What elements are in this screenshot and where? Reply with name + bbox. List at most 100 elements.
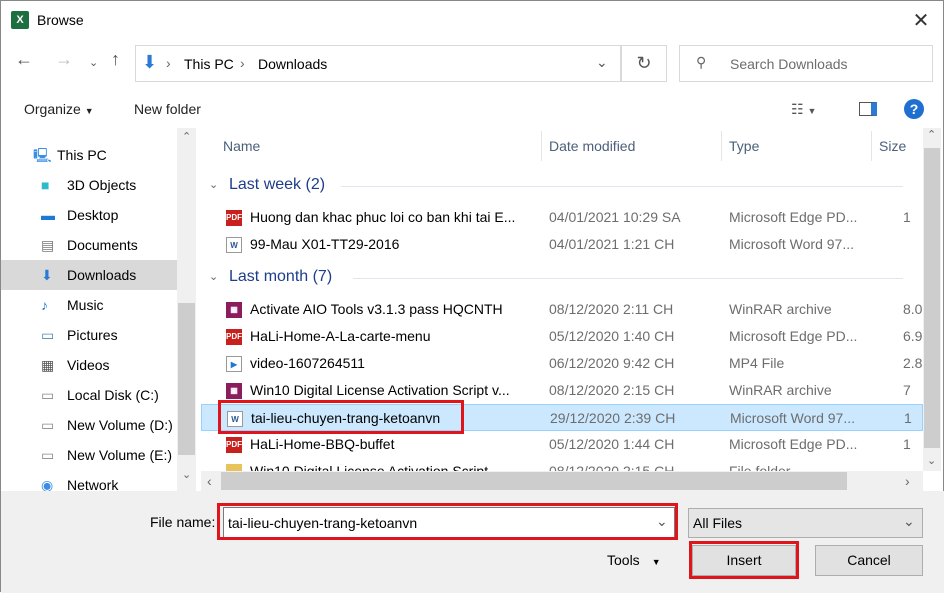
file-row[interactable]: W 99-Mau X01-TT29-2016 04/01/2021 1:21 CH M… [201, 231, 923, 258]
file-date: 08/12/2020 2:15 CH [549, 382, 675, 398]
cancel-button[interactable]: Cancel [815, 545, 923, 576]
help-button[interactable]: ? [904, 99, 924, 119]
file-row[interactable]: ▶ video-1607264511 06/12/2020 9:42 CH MP4 F… [201, 350, 923, 377]
sidebar-item[interactable]: ▭ New Volume (D:) [1, 410, 177, 440]
sidebar-item-label: Documents [67, 237, 138, 253]
pdf-file-icon: PDF [226, 210, 242, 226]
file-type: Microsoft Edge PD... [729, 436, 858, 452]
file-date: 08/12/2020 2:15 CH [549, 463, 675, 471]
back-button[interactable]: ← [15, 49, 33, 70]
view-options-icon[interactable]: ☷ ▼ [791, 101, 816, 118]
file-date: 05/12/2020 1:44 CH [549, 436, 675, 452]
column-size[interactable]: Size [879, 131, 906, 161]
sidebar-item[interactable]: ⬇ Downloads [1, 260, 177, 290]
drive-icon: ▭ [41, 417, 55, 433]
group-header[interactable]: ⌄ Last week (2) [209, 173, 325, 197]
chevron-down-icon[interactable]: ⌄ [596, 54, 608, 71]
file-name: Activate AIO Tools v3.1.3 pass HQCNTH [250, 301, 503, 317]
pictures-icon: ▭ [41, 327, 55, 343]
file-size: 1 [903, 209, 911, 225]
drive-icon: ▭ [41, 387, 55, 403]
sidebar-item-label: Music [67, 297, 104, 313]
sidebar-item[interactable]: ▭ Local Disk (C:) [1, 380, 177, 410]
sidebar-item[interactable]: ▦ Videos [1, 350, 177, 380]
sidebar-item-label: Desktop [67, 207, 119, 223]
file-type: WinRAR archive [729, 382, 832, 398]
excel-icon: X [11, 11, 29, 29]
search-input[interactable]: ⚲ Search Downloads [679, 45, 933, 82]
sidebar-item-label: Pictures [67, 327, 118, 343]
nav-scrollbar[interactable]: ⌃ ⌄ [177, 128, 196, 491]
chevron-down-icon: ⌄ [903, 513, 915, 529]
file-row[interactable]: Win10 Digital License Activation Script 0… [201, 458, 923, 471]
file-type-value: All Files [693, 515, 743, 531]
file-list-hscrollbar[interactable]: ‹ › [201, 471, 923, 491]
file-type: Microsoft Word 97... [730, 410, 856, 426]
file-type: WinRAR archive [729, 301, 832, 317]
cube-icon: ■ [41, 177, 50, 193]
sidebar-item[interactable]: ♪ Music [1, 290, 177, 320]
file-row[interactable]: PDF HaLi-Home-BBQ-buffet 05/12/2020 1:44 C… [201, 431, 923, 458]
breadcrumb-this-pc[interactable]: This PC [184, 56, 234, 72]
file-size: 7 [903, 382, 911, 398]
word-file-icon: W [226, 237, 242, 253]
tools-menu[interactable]: Tools ▼ [607, 552, 661, 568]
file-row[interactable]: ▦ Activate AIO Tools v3.1.3 pass HQCNTH 08… [201, 296, 923, 323]
file-date: 29/12/2020 2:39 CH [550, 410, 676, 426]
file-type-select[interactable]: All Files ⌄ [688, 508, 923, 538]
file-size: 1 [903, 436, 911, 452]
highlight-box [217, 503, 678, 540]
browse-dialog: X Browse ✕ ← → ⌄ ↑ ⬇ › This PC › Downloa… [0, 0, 944, 593]
file-row[interactable]: PDF Huong dan khac phuc loi co ban khi ta… [201, 204, 923, 231]
sidebar-item[interactable]: ▤ Documents [1, 230, 177, 260]
music-note-icon: ♪ [41, 297, 48, 313]
file-type: Microsoft Edge PD... [729, 209, 858, 225]
chevron-right-icon: › [240, 55, 245, 71]
address-bar[interactable]: ⬇ › This PC › Downloads ⌄ [135, 45, 621, 82]
file-name: video-1607264511 [250, 355, 365, 371]
sidebar-item[interactable]: ▭ Pictures [1, 320, 177, 350]
preview-pane-icon[interactable] [859, 102, 877, 116]
close-button[interactable]: ✕ [905, 7, 937, 35]
desktop-icon: ▬ [41, 207, 55, 223]
sidebar-item[interactable]: ■ 3D Objects [1, 170, 177, 200]
column-type[interactable]: Type [729, 131, 759, 161]
group-label: Last month (7) [229, 268, 333, 285]
sidebar-item-label: New Volume (D:) [67, 417, 173, 433]
breadcrumb-downloads[interactable]: Downloads [258, 56, 327, 72]
file-type: Microsoft Word 97... [729, 236, 855, 252]
rar-file-icon: ▦ [226, 383, 242, 399]
new-folder-button[interactable]: New folder [134, 101, 201, 117]
computer-icon: 🖳 [33, 147, 52, 163]
bottom-panel: File name: tai-lieu-chuyen-trang-ketoanv… [1, 491, 944, 593]
sidebar-item[interactable]: ▭ New Volume (E:) [1, 440, 177, 470]
tools-label: Tools [607, 552, 640, 568]
file-date: 08/12/2020 2:11 CH [549, 301, 674, 317]
file-size: 2.8 [903, 355, 923, 371]
refresh-button[interactable]: ↻ [621, 45, 667, 82]
drive-icon: ▭ [41, 447, 55, 463]
window-title: Browse [37, 12, 84, 28]
scrollbar-thumb[interactable] [178, 303, 195, 455]
up-button[interactable]: ↑ [111, 49, 120, 70]
file-list-vscrollbar[interactable]: ⌃ ⌄ [923, 128, 941, 471]
file-type: Microsoft Edge PD... [729, 328, 858, 344]
column-date-modified[interactable]: Date modified [549, 131, 635, 161]
sidebar-item-label: 3D Objects [67, 177, 137, 193]
sidebar-item[interactable]: 🖳 This PC [1, 140, 177, 170]
file-name: 99-Mau X01-TT29-2016 [250, 236, 400, 252]
file-row[interactable]: PDF HaLi-Home-A-La-carte-menu 05/12/2020 1… [201, 323, 923, 350]
recent-locations-button[interactable]: ⌄ [89, 56, 98, 69]
organize-menu[interactable]: Organize ▼ [24, 101, 94, 117]
file-date: 04/01/2021 10:29 SA [549, 209, 681, 225]
file-name: Huong dan khac phuc loi co ban khi tai E… [250, 209, 516, 225]
sidebar-item-label: New Volume (E:) [67, 447, 173, 463]
column-name[interactable]: Name [223, 131, 260, 161]
file-date: 04/01/2021 1:21 CH [549, 236, 675, 252]
caret-down-icon: ▼ [651, 557, 661, 567]
search-icon: ⚲ [696, 54, 707, 70]
sidebar-item[interactable]: ◉ Network [1, 470, 177, 491]
sidebar-item[interactable]: ▬ Desktop [1, 200, 177, 230]
forward-button[interactable]: → [55, 49, 73, 70]
group-header[interactable]: ⌄ Last month (7) [209, 265, 333, 289]
